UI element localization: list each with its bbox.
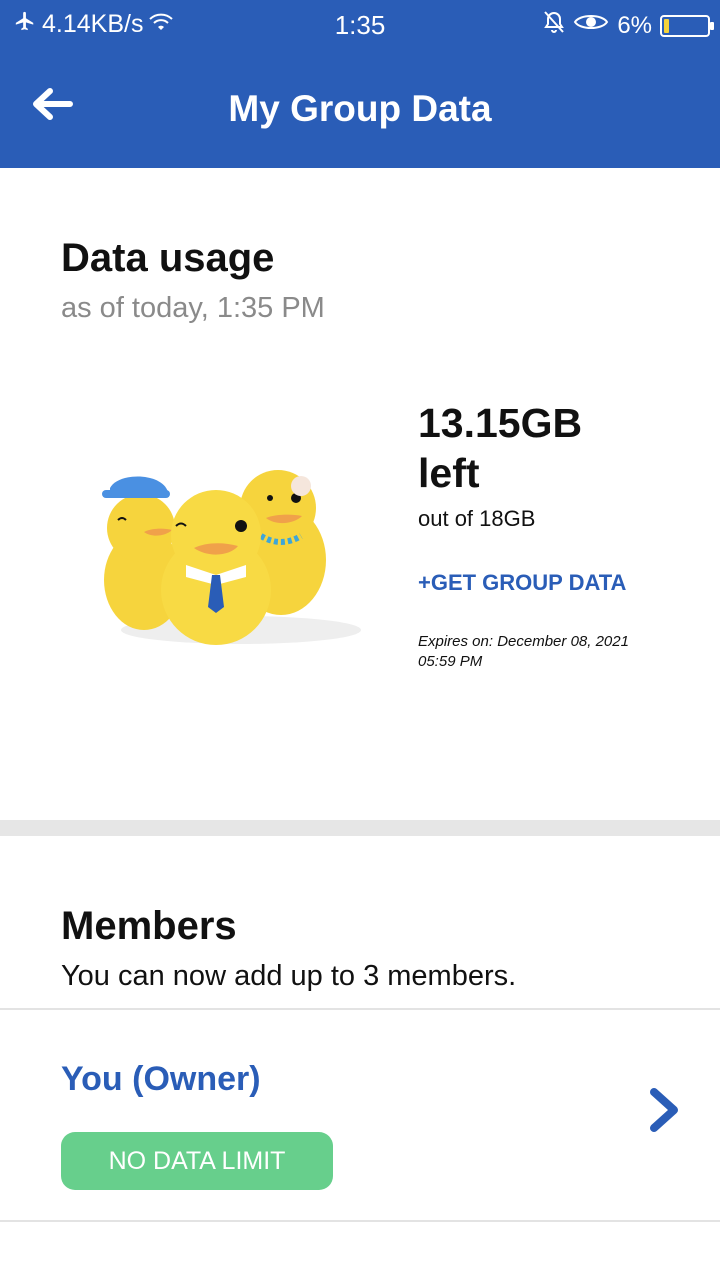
members-subtitle: You can now add up to 3 members. <box>61 960 517 992</box>
data-remaining: 13.15GB left <box>418 398 678 498</box>
members-title: Members <box>61 904 237 948</box>
header-area: 4.14KB/s 1:35 6% My Group Data <box>0 0 720 168</box>
data-total: out of 18GB <box>418 506 536 531</box>
page-title: My Group Data <box>228 88 492 129</box>
eye-icon <box>573 11 609 40</box>
battery-level <box>664 18 669 33</box>
chevron-right-icon[interactable] <box>646 1088 682 1132</box>
status-bar: 4.14KB/s 1:35 6% <box>0 0 720 52</box>
get-group-data-button[interactable]: +GET GROUP DATA <box>418 570 626 596</box>
data-remaining-amount: 13.15GB <box>418 400 583 446</box>
divider <box>0 1220 720 1222</box>
battery-icon <box>660 14 714 37</box>
status-right: 6% <box>543 10 714 41</box>
data-usage-subtitle: as of today, 1:35 PM <box>61 292 325 324</box>
mute-bell-icon <box>543 10 565 41</box>
app-bar: My Group Data <box>0 52 720 168</box>
member-row-owner[interactable]: You (Owner) NO DATA LIMIT <box>0 1010 720 1220</box>
data-remaining-label: left <box>418 450 480 496</box>
section-divider <box>0 820 720 836</box>
battery-percent: 6% <box>617 11 652 39</box>
expiry-text: Expires on: December 08, 2021 05:59 PM <box>418 633 629 670</box>
member-name: You (Owner) <box>61 1060 261 1098</box>
data-usage-title: Data usage <box>61 236 275 280</box>
data-limit-badge: NO DATA LIMIT <box>61 1132 333 1190</box>
ducks-illustration <box>96 440 366 650</box>
